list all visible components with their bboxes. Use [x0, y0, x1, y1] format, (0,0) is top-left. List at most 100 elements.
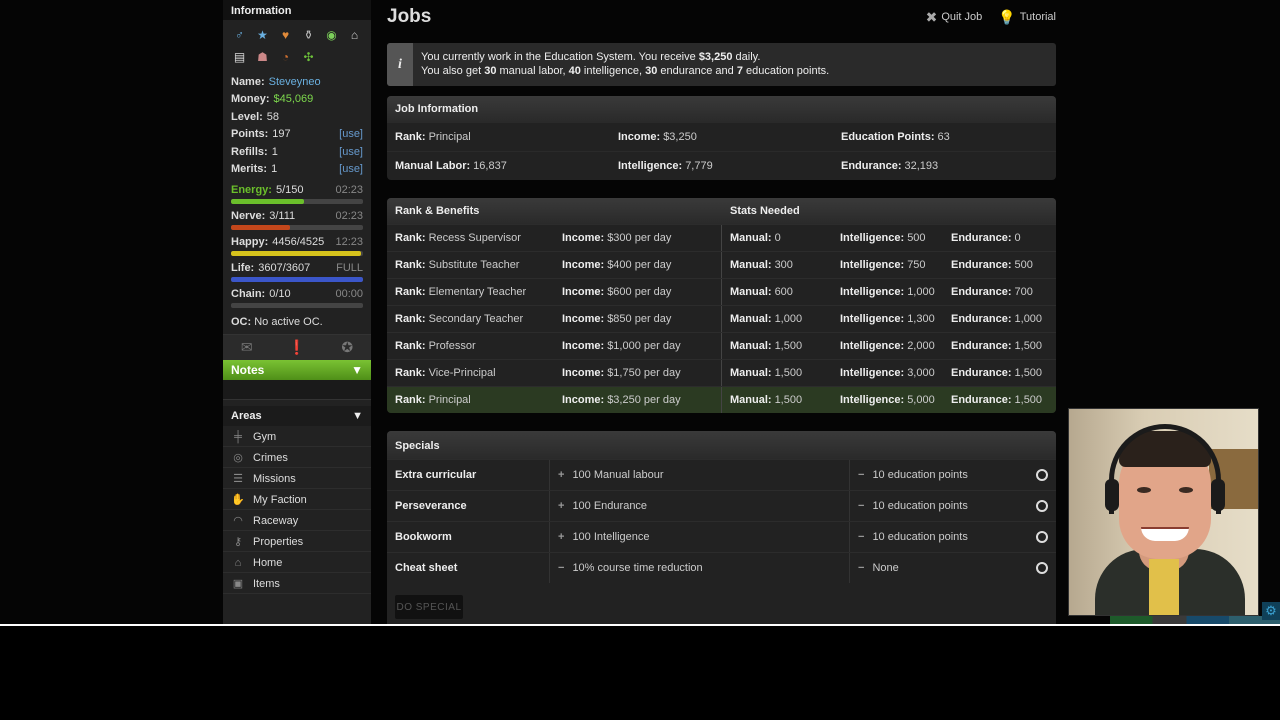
- heart-icon[interactable]: ♥: [277, 26, 294, 43]
- rank-cell-rank: Rank: Principal: [387, 387, 554, 413]
- job-information-header: Job Information: [387, 96, 1056, 122]
- energy-value: 5/150: [275, 184, 304, 196]
- happy-bar-fill: [231, 251, 362, 256]
- rank-cell-rank: Rank: Professor: [387, 333, 554, 359]
- webcam-eye: [1137, 487, 1151, 493]
- use-points-link[interactable]: [use]: [339, 128, 363, 140]
- sidebar-item-home[interactable]: ⌂ Home: [223, 553, 371, 573]
- table-row[interactable]: Rank: Principal Income: $3,250 per day Manua…: [387, 386, 1056, 413]
- speedometer-icon[interactable]: ◔: [277, 48, 294, 65]
- rank-cell-endur: Endurance: 500: [943, 252, 1056, 278]
- table-row[interactable]: Rank: Vice-Principal Income: $1,750 per day…: [387, 359, 1056, 386]
- special-cost-sign: −: [858, 562, 865, 574]
- star-icon[interactable]: ★: [254, 26, 271, 43]
- sidebar-item-my-faction[interactable]: ✋ My Faction: [223, 490, 371, 510]
- rank-cell-rank: Rank: Elementary Teacher: [387, 279, 554, 305]
- rank-cell-value: 1,500: [774, 367, 803, 379]
- special-row[interactable]: Cheat sheet −10% course time reduction − No…: [387, 552, 1056, 583]
- do-special-button[interactable]: DO SPECIAL: [395, 595, 463, 619]
- use-merits-link[interactable]: [use]: [339, 163, 363, 175]
- information-header: Information: [223, 0, 371, 20]
- rank-cell-label: Endurance:: [951, 286, 1012, 298]
- rank-cell-value: 600: [774, 286, 793, 298]
- player-name-link[interactable]: Steveyneo: [269, 76, 321, 88]
- msg-text: endurance and: [657, 65, 737, 77]
- sidebar-item-crimes[interactable]: ◎ Crimes: [223, 448, 371, 468]
- trophy-icon[interactable]: ⚱: [300, 26, 317, 43]
- table-row[interactable]: Rank: Recess Supervisor Income: $300 per da…: [387, 224, 1056, 251]
- rank-cell-label: Intelligence:: [840, 259, 905, 271]
- rank-cell-income: Income: $3,250 per day: [554, 387, 721, 413]
- msg-amount: $3,250: [698, 51, 733, 63]
- special-radio[interactable]: [1036, 562, 1048, 574]
- special-row[interactable]: Perseverance +100 Endurance −10 education …: [387, 490, 1056, 521]
- tutorial-link[interactable]: 💡 Tutorial: [998, 9, 1056, 26]
- tutorial-label: Tutorial: [1019, 11, 1056, 23]
- rank-cell-value: 1,300: [907, 313, 935, 325]
- sidebar-item-properties[interactable]: ⚷ Properties: [223, 532, 371, 552]
- special-radio[interactable]: [1036, 469, 1048, 481]
- rank-cell-value: 1,500: [774, 394, 803, 406]
- chain-label-text: Chain:: [231, 288, 266, 300]
- happy-bar: [231, 251, 363, 256]
- msg-text: You currently work in the Education Syst…: [421, 51, 699, 63]
- special-name: Extra curricular: [395, 469, 477, 481]
- job-info-cell: Intelligence: 7,779: [610, 151, 833, 180]
- rank-cell-value: 0: [774, 232, 781, 244]
- plant-icon[interactable]: ✣: [300, 48, 317, 65]
- nerve-bar-fill: [231, 225, 291, 230]
- rank-cell-value: 1,000: [774, 313, 803, 325]
- rank-cell-rank: Rank: Substitute Teacher: [387, 252, 554, 278]
- points-label: Points:: [231, 128, 269, 141]
- notes-toggle[interactable]: Notes ▼: [223, 360, 371, 380]
- areas-toggle[interactable]: Areas ▼: [223, 406, 371, 426]
- rank-cell-label: Endurance:: [951, 232, 1012, 244]
- medal-icon[interactable]: ✪: [341, 339, 353, 356]
- sidebar-item-raceway[interactable]: ◠ Raceway: [223, 511, 371, 531]
- msg-text: daily.: [732, 51, 761, 63]
- rank-cell-value: 750: [907, 259, 926, 271]
- table-row[interactable]: Rank: Elementary Teacher Income: $600 per d…: [387, 278, 1056, 305]
- rank-cell-endur: Endurance: 1,000: [943, 306, 1056, 332]
- special-row[interactable]: Extra curricular +100 Manual labour −10 ed…: [387, 459, 1056, 490]
- sidebar-item-missions[interactable]: ☰ Missions: [223, 469, 371, 489]
- table-row[interactable]: Rank: Substitute Teacher Income: $400 per d…: [387, 251, 1056, 278]
- sidebar-item-gym[interactable]: ╪ Gym: [223, 427, 371, 447]
- use-refills-link[interactable]: [use]: [339, 146, 363, 158]
- happy-label-text: Happy:: [231, 236, 269, 248]
- alert-icon[interactable]: ❗: [288, 339, 305, 356]
- rank-cell-income: Income: $300 per day: [554, 225, 721, 251]
- bank-icon[interactable]: ⌂: [346, 26, 363, 43]
- rank-cell-value: $1,750 per day: [607, 367, 681, 379]
- money-value: $45,069: [273, 93, 314, 106]
- life-row: Life: 3607/3607 FULL: [231, 262, 363, 274]
- special-benefit-sign: −: [558, 562, 565, 574]
- mail-icon[interactable]: ✉: [241, 339, 253, 356]
- rank-cell-manual: Manual: 1,500: [721, 333, 832, 359]
- special-row[interactable]: Bookworm +100 Intelligence −10 education p…: [387, 521, 1056, 552]
- rank-cell-value: Recess Supervisor: [428, 232, 521, 244]
- mailbox-icon[interactable]: ▤: [231, 48, 248, 65]
- rank-cell-value: $300 per day: [607, 232, 672, 244]
- sidebar-item-label: Missions: [253, 472, 296, 485]
- special-radio[interactable]: [1036, 500, 1048, 512]
- table-row[interactable]: Rank: Secondary Teacher Income: $850 per da…: [387, 305, 1056, 332]
- rank-cell-label: Manual:: [730, 313, 772, 325]
- rank-cell-value: 0: [1014, 232, 1021, 244]
- quit-job-link[interactable]: ✖ Quit Job: [926, 9, 983, 26]
- special-benefit: +100 Endurance: [549, 491, 849, 521]
- sidebar-item-items[interactable]: ▣ Items: [223, 574, 371, 594]
- rank-cell-rank: Rank: Vice-Principal: [387, 360, 554, 386]
- gear-icon[interactable]: ⚙: [1262, 602, 1280, 620]
- key-icon: ⚷: [233, 536, 243, 548]
- special-radio[interactable]: [1036, 531, 1048, 543]
- globe-icon[interactable]: ◉: [323, 26, 340, 43]
- happy-value: 4456/4525: [272, 236, 325, 248]
- hat-icon[interactable]: ☗: [254, 48, 271, 65]
- male-icon[interactable]: ♂: [231, 26, 248, 43]
- life-bar-fill: [231, 277, 363, 282]
- table-row[interactable]: Rank: Professor Income: $1,000 per day Manua…: [387, 332, 1056, 359]
- notes-textarea[interactable]: [223, 380, 371, 400]
- job-info-label: Intelligence:: [618, 160, 683, 172]
- rank-cell-value: $3,250 per day: [607, 394, 681, 406]
